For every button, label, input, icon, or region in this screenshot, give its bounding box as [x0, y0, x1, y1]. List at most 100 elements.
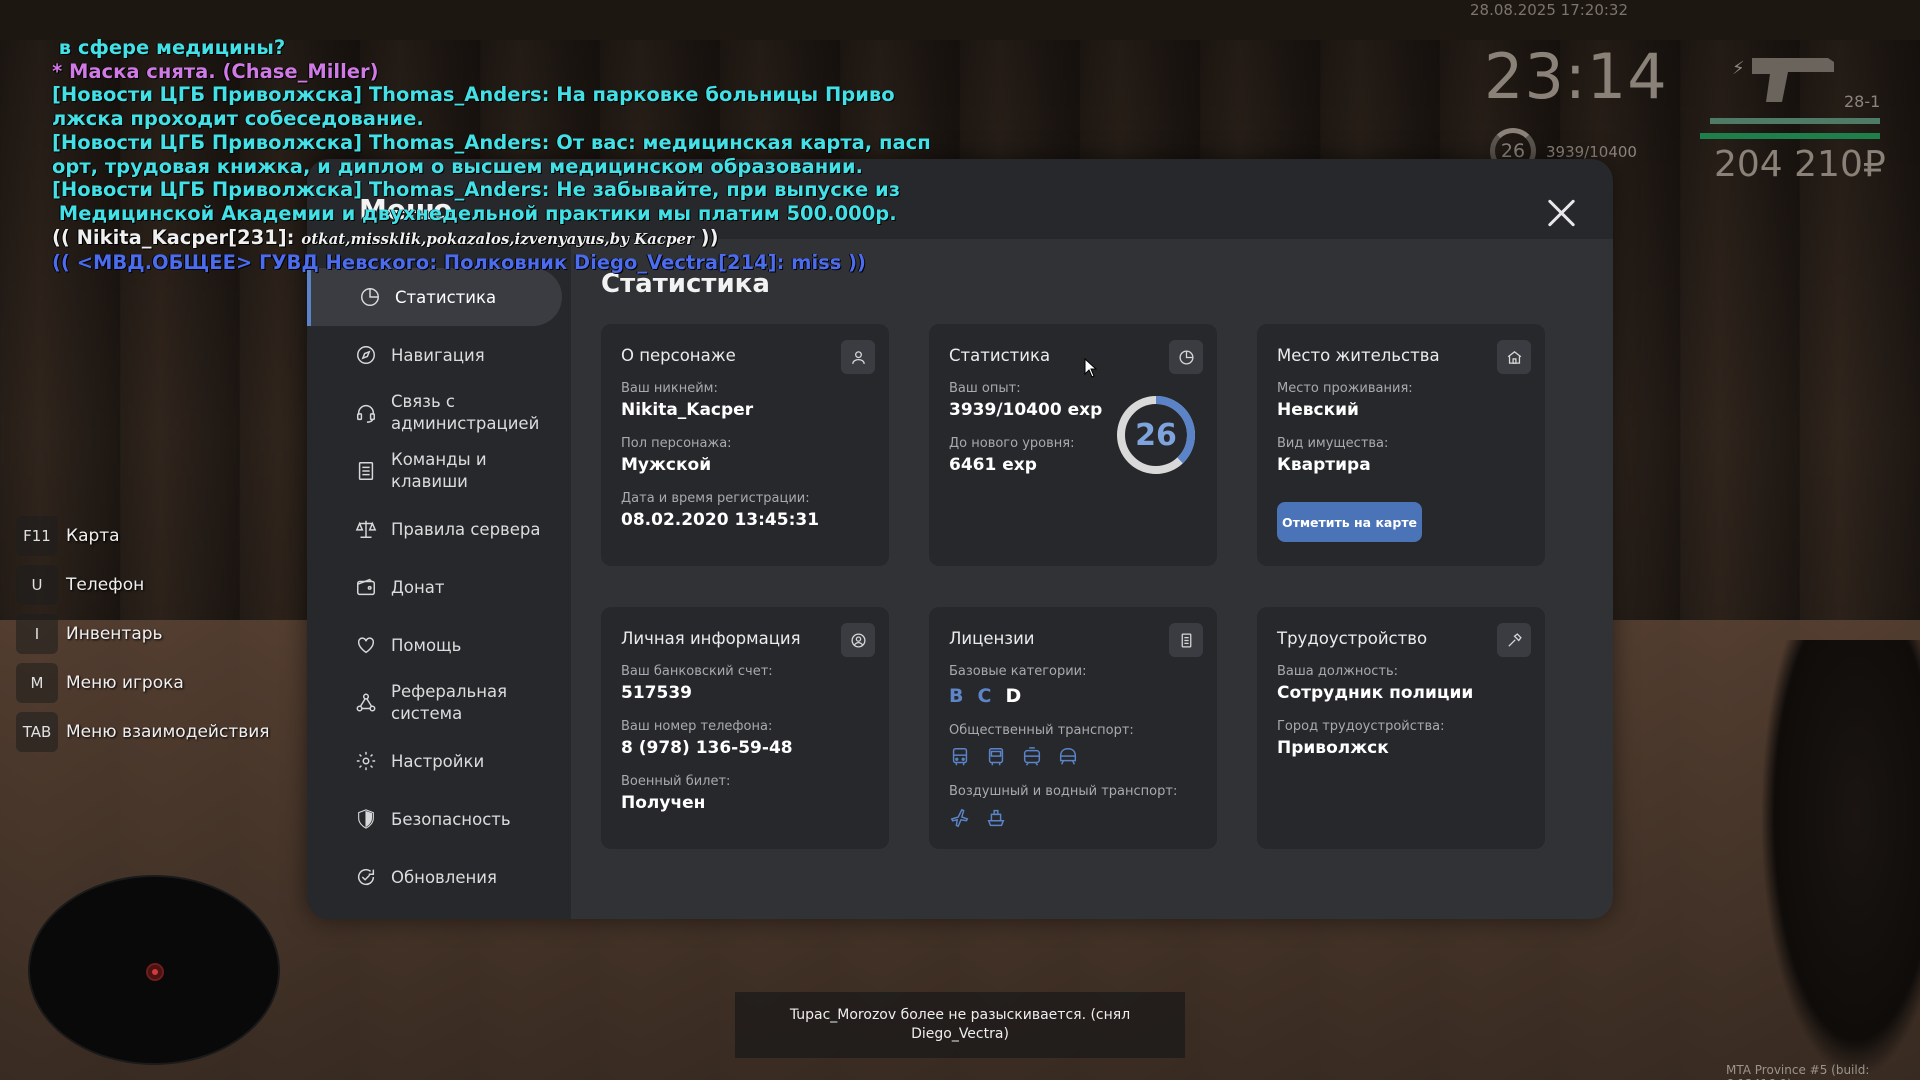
- sidebar-item-help[interactable]: Помощь: [307, 616, 572, 674]
- field-label: Город трудоустройства:: [1277, 719, 1445, 734]
- field-label: Ваш никнейм:: [621, 381, 718, 396]
- card-personal-info: Личная информация Ваш банковский счет: 5…: [601, 607, 889, 849]
- build-info: MTA Province #5 (build: 6.12416.9): [1726, 1063, 1870, 1080]
- chat-line: [Новости ЦГБ Приволжска] Thomas_Anders: …: [52, 83, 895, 107]
- document-list-icon: [355, 460, 377, 482]
- lightning-icon: ⚡: [1732, 58, 1745, 79]
- field-label: Ваш банковский счет:: [621, 664, 773, 679]
- field-value: 08.02.2020 13:45:31: [621, 510, 820, 530]
- sidebar-item-rules[interactable]: Правила сервера: [307, 500, 572, 558]
- sidebar-item-statistics[interactable]: Статистика: [307, 268, 562, 326]
- sidebar-item-label: Навигация: [391, 345, 485, 365]
- sidebar-item-donate[interactable]: Донат: [307, 558, 572, 616]
- bus-icon: [988, 748, 1004, 766]
- category-d: D: [1005, 685, 1022, 707]
- id-card-icon: [1169, 623, 1203, 657]
- sidebar-item-navigation[interactable]: Навигация: [307, 326, 572, 384]
- player-character-silhouette: [1760, 640, 1920, 1080]
- house-icon: [1497, 340, 1531, 374]
- field-label: Воздушный и водный транспорт:: [949, 784, 1178, 799]
- field-job-city: Город трудоустройства: Приволжск: [1277, 719, 1525, 758]
- field-value: Сотрудник полиции: [1277, 683, 1474, 703]
- gear-icon: [355, 750, 377, 772]
- card-title: Лицензии: [949, 629, 1035, 648]
- card-title: Место жительства: [1277, 346, 1440, 365]
- field-value: Невский: [1277, 400, 1359, 420]
- field-value: Мужской: [621, 455, 712, 475]
- chat-line: (( Nikita_Kacper[231]: otkat,missklik,po…: [52, 226, 952, 252]
- headset-icon: [355, 402, 377, 424]
- field-bank-account: Ваш банковский счет: 517539: [621, 664, 869, 703]
- card-title: Статистика: [949, 346, 1051, 365]
- sidebar-item-security[interactable]: Безопасность: [307, 790, 572, 848]
- sidebar-item-updates[interactable]: Обновления: [307, 848, 572, 906]
- level-progress-ring: 26: [1115, 394, 1197, 476]
- chat-line: [Новости ЦГБ Приволжска] Thomas_Anders: …: [52, 178, 901, 202]
- hud-armor-bar: [1710, 118, 1880, 124]
- field-label: Место проживания:: [1277, 381, 1413, 396]
- key-label: Меню игрока: [66, 673, 184, 693]
- field-value: Nikita_Kacper: [621, 400, 754, 420]
- pistol-icon: [1752, 58, 1834, 102]
- sidebar-item-label: Донат: [391, 577, 445, 597]
- field-phone: Ваш номер телефона: 8 (978) 136-59-48: [621, 719, 869, 758]
- sidebar-item-label: Статистика: [395, 287, 497, 307]
- key-cap: I: [16, 614, 58, 654]
- sidebar-item-label: Настройки: [391, 751, 485, 771]
- card-character: О персонаже Ваш никнейм: Nikita_Kacper П…: [601, 324, 889, 566]
- chat-line-message: otkat,missklik,pokazalos,izvenyayus,by K…: [301, 229, 694, 248]
- statistics-content: Статистика О персонаже Ваш никнейм: Niki…: [571, 239, 1613, 919]
- key-label: Инвентарь: [66, 624, 163, 644]
- chat-line-suffix: )): [693, 225, 719, 249]
- field-property-type: Вид имущества: Квартира: [1277, 436, 1525, 475]
- metro-icon: [1059, 748, 1077, 765]
- chat-line: [Новости ЦГБ Приволжска] Thomas_Anders: …: [52, 130, 931, 154]
- key-cap: U: [16, 565, 58, 605]
- level-value: 26: [1135, 417, 1177, 453]
- chat-log: в сфере медицины? * Маска снята. (Chase_…: [52, 36, 952, 275]
- card-statistics: Статистика Ваш опыт: 3939/10400 exp До н…: [929, 324, 1217, 566]
- chat-line: Медицинской Академии и двухнедельной пра…: [52, 201, 897, 225]
- key-cap: TAB: [16, 712, 58, 752]
- sidebar-item-contact-admin[interactable]: Связь с администрацией: [307, 384, 572, 442]
- refresh-check-icon: [355, 866, 377, 888]
- mark-on-map-button[interactable]: Отметить на карте: [1277, 502, 1422, 542]
- card-residence: Место жительства Место проживания: Невск…: [1257, 324, 1545, 566]
- key-hint-map: F11 Карта: [16, 516, 270, 556]
- sidebar-item-label: Команды и клавиши: [391, 450, 487, 491]
- plane-icon: [950, 808, 969, 828]
- field-nickname: Ваш никнейм: Nikita_Kacper: [621, 381, 869, 420]
- field-value: Получен: [621, 793, 706, 813]
- sidebar-item-label: Обновления: [391, 867, 497, 887]
- hud-ammo: 28-1: [1844, 92, 1881, 111]
- card-title: О персонаже: [621, 346, 736, 365]
- pie-chart-icon: [1169, 340, 1203, 374]
- key-hints: F11 Карта U Телефон I Инвентарь M Меню и…: [16, 516, 270, 761]
- sidebar-item-label: Правила сервера: [391, 519, 541, 539]
- compass-icon: [355, 344, 377, 366]
- chat-line: (( <МВД.ОБЩЕЕ> ГУВД Невского: Полковник …: [52, 251, 866, 275]
- field-label: Дата и время регистрации:: [621, 491, 810, 506]
- menu-sidebar: Статистика Навигация Связь с администрац…: [307, 268, 572, 906]
- field-position: Ваша должность: Сотрудник полиции: [1277, 664, 1525, 703]
- sidebar-item-commands[interactable]: Команды и клавиши: [307, 442, 572, 500]
- field-public-transport: Общественный транспорт:: [949, 723, 1197, 768]
- pie-chart-icon: [359, 286, 381, 308]
- chat-line: * Маска снята. (Chase_Miller): [52, 59, 379, 83]
- field-value: Квартира: [1277, 455, 1371, 475]
- field-value: Приволжск: [1277, 738, 1389, 758]
- chat-line: орт, трудовая книжка, и диплом о высшем …: [52, 154, 863, 178]
- sidebar-item-referral[interactable]: Реферальная система: [307, 674, 572, 732]
- field-air-water-transport: Воздушный и водный транспорт:: [949, 784, 1197, 829]
- sidebar-item-settings[interactable]: Настройки: [307, 732, 572, 790]
- scales-icon: [355, 518, 377, 540]
- category-b: B: [949, 685, 964, 707]
- tram-icon: [1023, 747, 1041, 766]
- chat-line: лжска проходит собеседование.: [52, 107, 424, 131]
- notification-toast: Tupac_Morozov более не разыскивается. (с…: [735, 992, 1185, 1058]
- key-label: Меню взаимодействия: [66, 722, 270, 742]
- player-marker-icon: [146, 963, 164, 981]
- notification-line: Tupac_Morozov более не разыскивается. (с…: [789, 1007, 1131, 1023]
- close-button[interactable]: [1541, 193, 1581, 233]
- wallet-icon: [355, 576, 377, 598]
